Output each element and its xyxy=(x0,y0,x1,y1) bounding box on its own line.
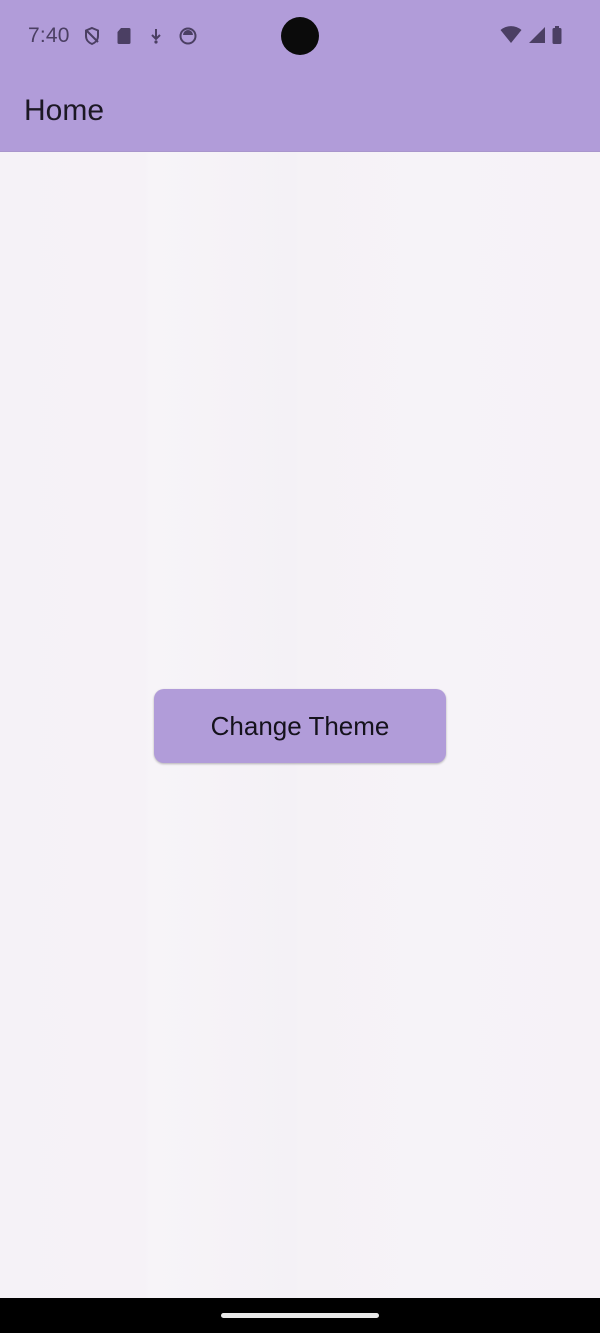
wifi-icon xyxy=(500,26,522,43)
camera-cutout xyxy=(281,17,319,55)
change-theme-button[interactable]: Change Theme xyxy=(154,689,446,763)
download-icon xyxy=(151,29,161,44)
page-title: Home xyxy=(24,94,105,127)
shield-icon xyxy=(85,26,99,46)
cellular-signal-icon xyxy=(529,27,545,43)
status-bar: 7:40 xyxy=(0,0,600,72)
home-indicator[interactable] xyxy=(221,1313,379,1318)
status-notification-icons xyxy=(82,26,198,46)
status-system-icons xyxy=(500,26,562,44)
status-time: 7:40 xyxy=(28,24,70,47)
sync-icon xyxy=(179,27,197,45)
navigation-bar xyxy=(0,1298,600,1333)
battery-icon xyxy=(552,26,562,44)
top-app-bar: 7:40 Home xyxy=(0,0,600,152)
sd-card-icon xyxy=(117,28,131,44)
main-content: Change Theme xyxy=(0,152,600,1298)
